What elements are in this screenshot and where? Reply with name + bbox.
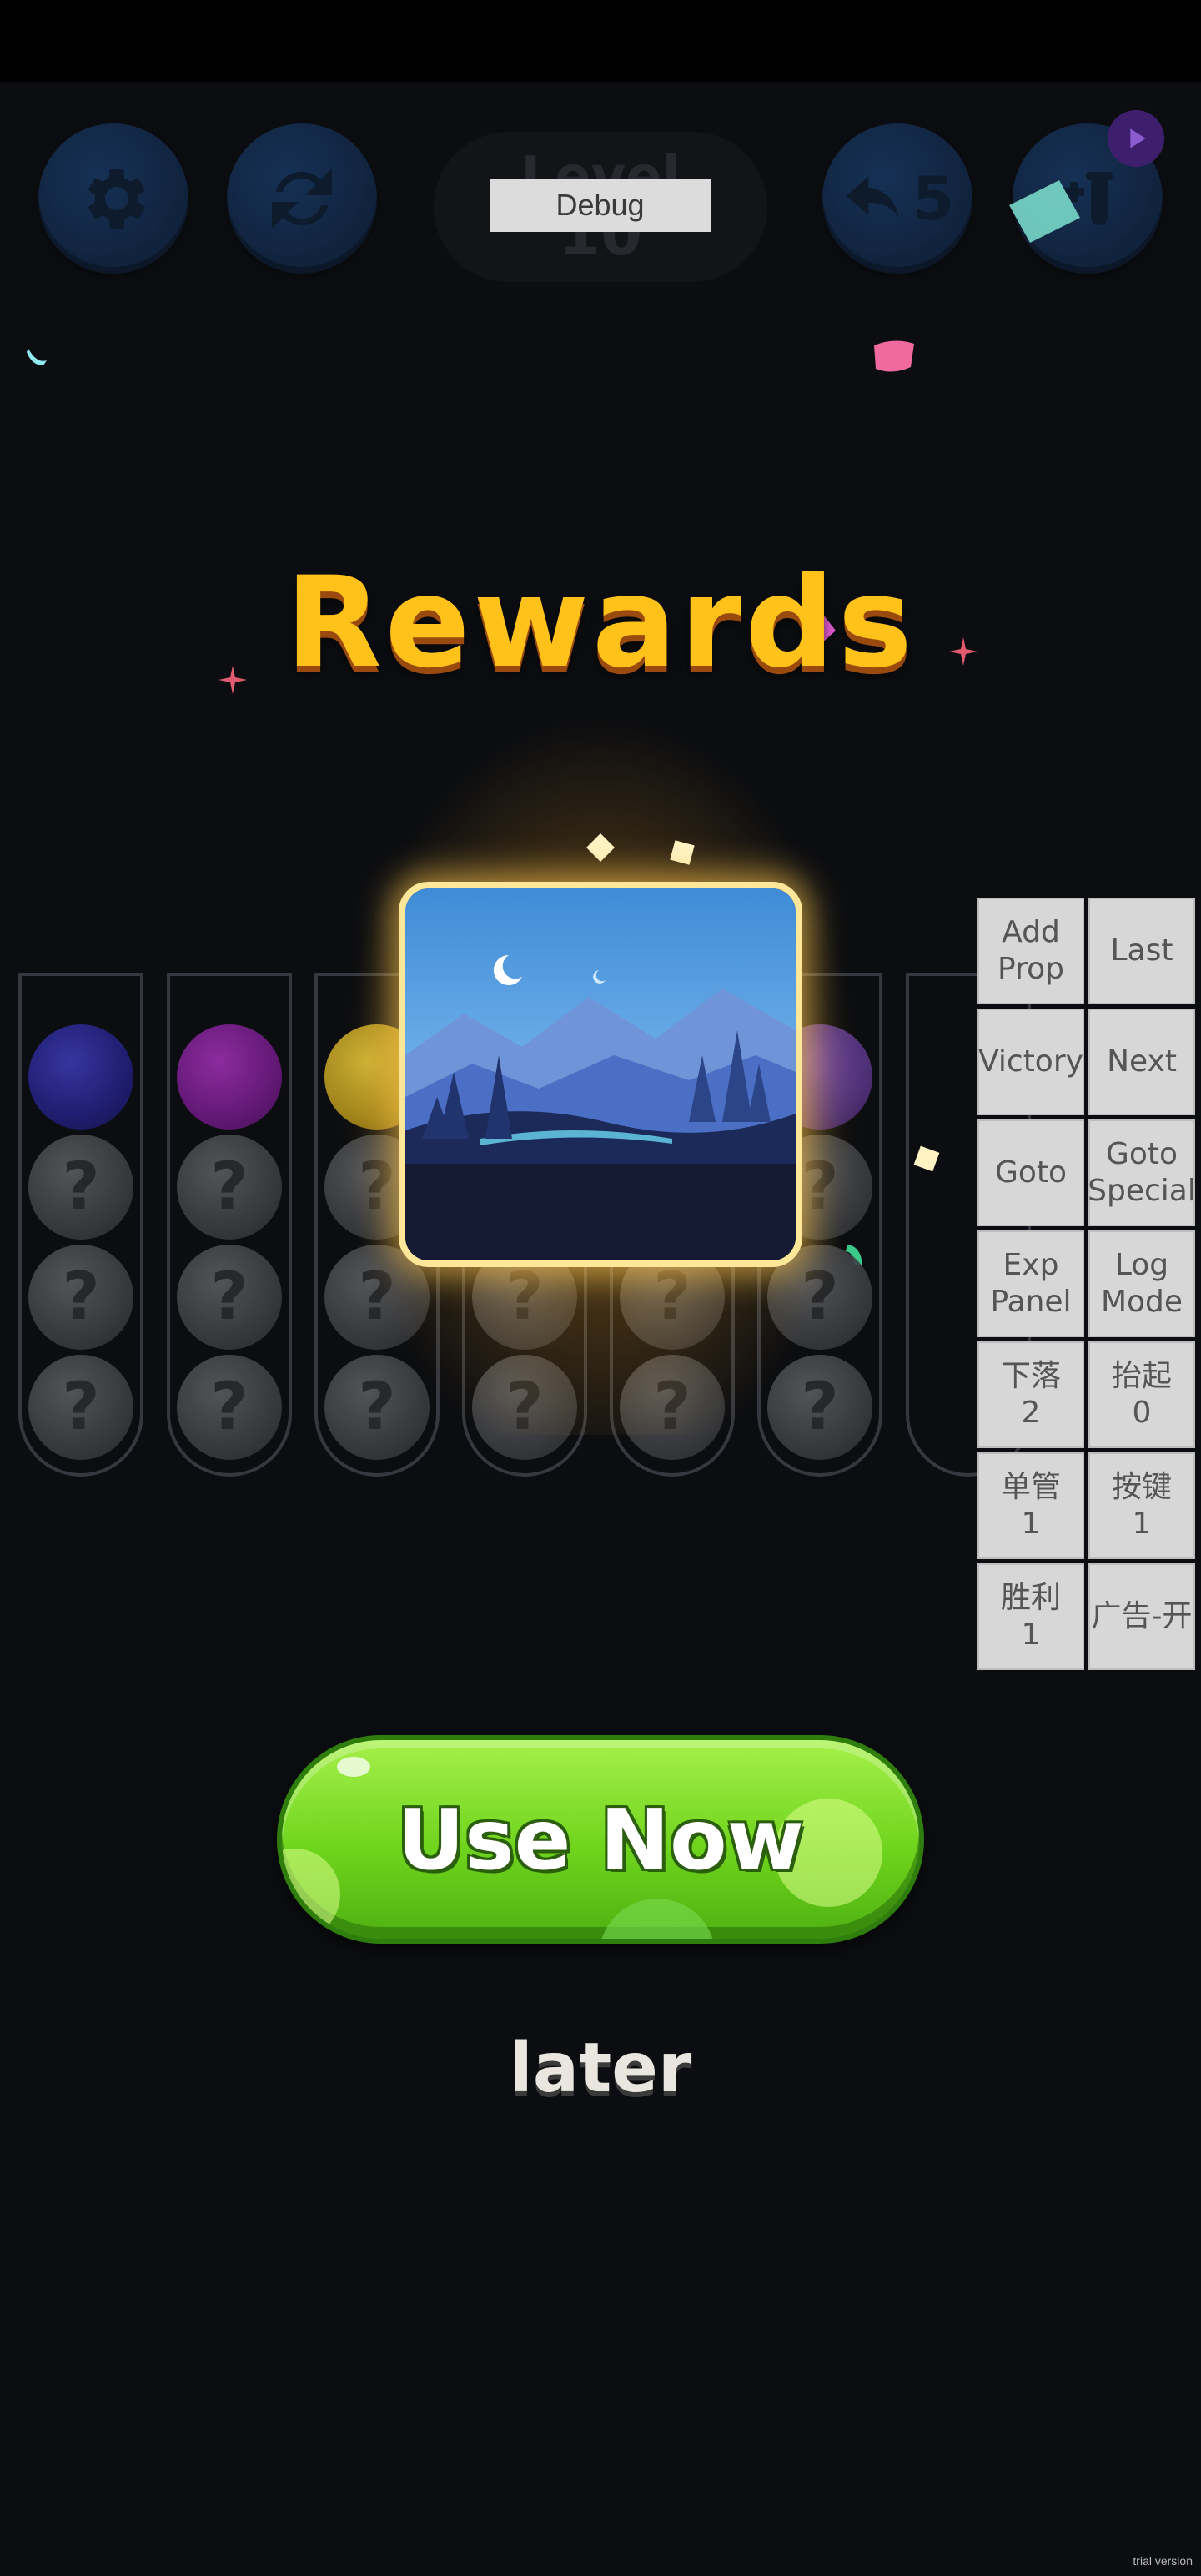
hidden-ball: ? — [28, 1355, 133, 1460]
gear-icon — [88, 169, 146, 229]
reward-card[interactable] — [399, 882, 802, 1267]
question-mark-icon: ? — [210, 1370, 249, 1445]
hidden-ball: ? — [28, 1135, 133, 1240]
question-mark-icon: ? — [62, 1370, 100, 1445]
video-ad-badge[interactable] — [1108, 110, 1164, 167]
hidden-ball: ? — [177, 1245, 282, 1350]
decor-bubble — [282, 1849, 340, 1939]
ball-purple — [177, 1024, 282, 1130]
undo-arrow-icon — [846, 176, 899, 219]
decor-highlight — [337, 1757, 370, 1777]
undo-count: 5 — [912, 164, 955, 234]
decor-bubble — [599, 1899, 716, 1939]
question-mark-icon: ? — [210, 1150, 249, 1225]
debug-panel-button[interactable]: Goto — [977, 1119, 1084, 1226]
debug-panel-button[interactable]: 按键 1 — [1088, 1452, 1195, 1559]
use-now-label: Use Now — [396, 1790, 805, 1889]
debug-panel-button[interactable]: 广告-开 — [1088, 1563, 1195, 1670]
confetti-piece — [1009, 180, 1080, 243]
status-bar — [0, 0, 1201, 82]
hidden-ball: ? — [177, 1355, 282, 1460]
debug-panel-button[interactable]: Add Prop — [977, 898, 1084, 1004]
tube[interactable]: ??? — [18, 973, 143, 1477]
question-mark-icon: ? — [62, 1260, 100, 1335]
restart-button[interactable] — [227, 123, 377, 274]
night-landscape-image — [405, 888, 796, 1260]
tube[interactable]: ??? — [167, 973, 292, 1477]
trial-watermark: trial version — [1133, 2554, 1193, 2568]
undo-button[interactable]: 5 — [822, 123, 972, 274]
rewards-title: Rewards — [285, 551, 916, 696]
settings-button[interactable] — [38, 123, 188, 274]
debug-panel-button[interactable]: 单管 1 — [977, 1452, 1084, 1559]
debug-panel-button[interactable]: Victory — [977, 1009, 1084, 1115]
confetti-piece — [27, 349, 47, 365]
question-mark-icon: ? — [210, 1260, 249, 1335]
debug-panel-button[interactable]: Last — [1088, 898, 1195, 1004]
hidden-ball: ? — [177, 1135, 282, 1240]
later-button[interactable]: later — [434, 2019, 767, 2119]
use-now-button[interactable]: Use Now — [277, 1735, 924, 1944]
sparkle-icon — [913, 1145, 940, 1172]
debug-panel-button[interactable]: 胜利 1 — [977, 1563, 1084, 1670]
debug-panel-button[interactable]: 下落 2 — [977, 1341, 1084, 1448]
hidden-ball: ? — [28, 1245, 133, 1350]
debug-panel-button[interactable]: Next — [1088, 1009, 1195, 1115]
confetti-piece — [874, 340, 914, 372]
sparkle-icon — [586, 833, 615, 862]
debug-button[interactable]: Debug — [490, 179, 711, 232]
debug-panel-button[interactable]: Log Mode — [1088, 1230, 1195, 1337]
debug-panel-button[interactable]: 抬起 0 — [1088, 1341, 1195, 1448]
debug-panel-button[interactable]: Exp Panel — [977, 1230, 1084, 1337]
refresh-icon — [272, 169, 332, 229]
question-mark-icon: ? — [62, 1150, 100, 1225]
sparkle-icon — [670, 840, 695, 865]
debug-panel-button[interactable]: Goto Special — [1088, 1119, 1196, 1226]
play-icon — [1130, 128, 1146, 148]
ball-navy — [28, 1024, 133, 1130]
